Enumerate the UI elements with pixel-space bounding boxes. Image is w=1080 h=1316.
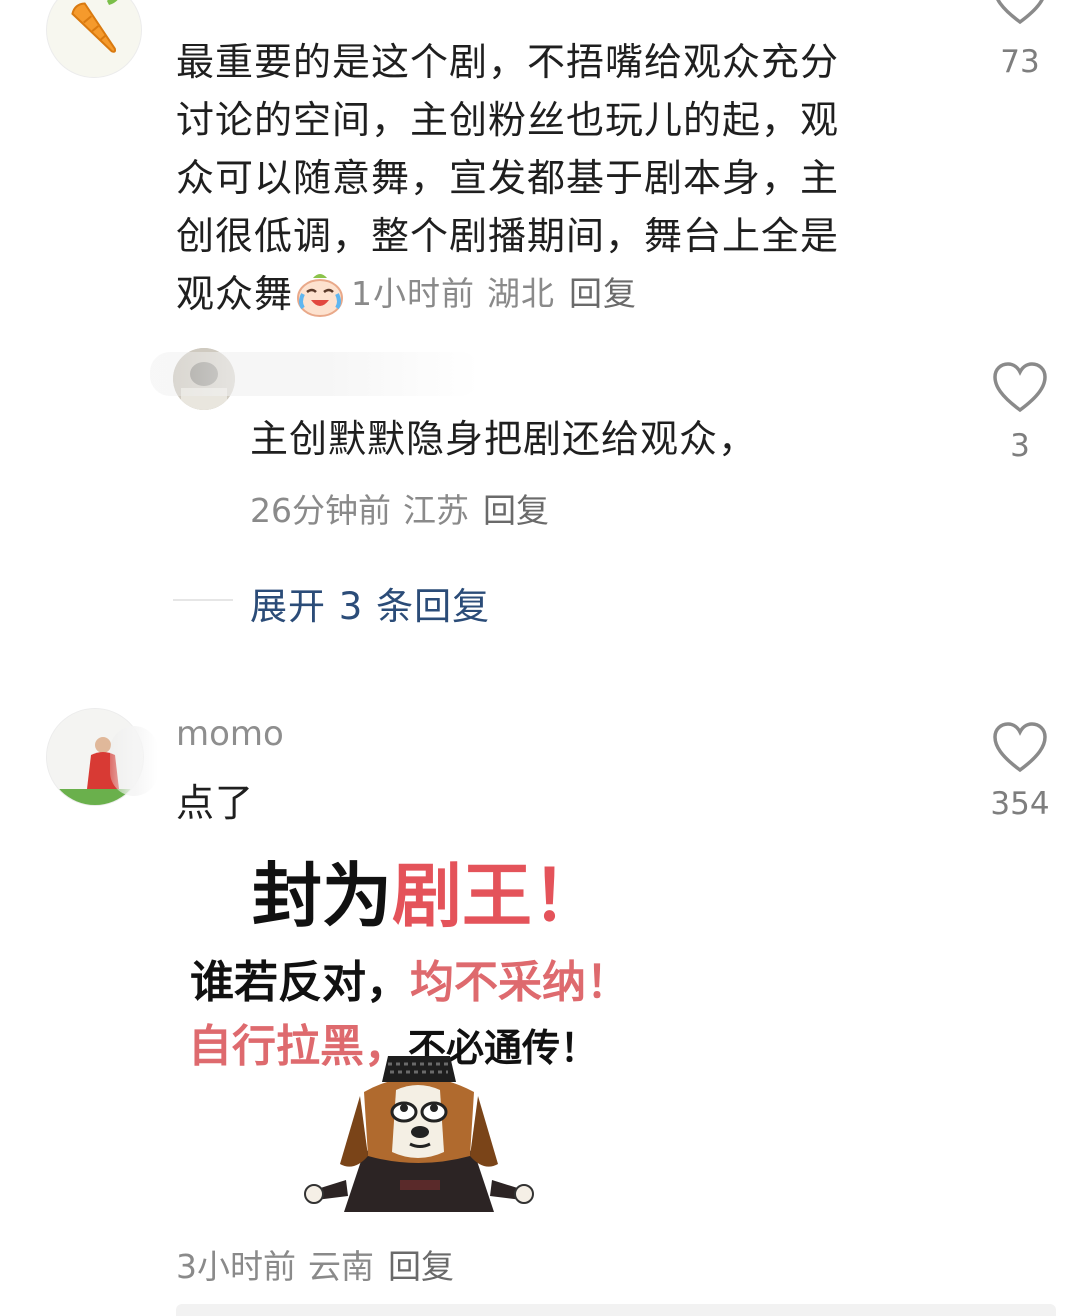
comment-line: 众可以随意舞，宣发都基于剧本身，主 bbox=[176, 156, 840, 200]
comment-location: 湖北 bbox=[487, 274, 556, 313]
comment-line: 最重要的是这个剧，不捂嘴给观众充分 bbox=[176, 40, 840, 84]
like-count: 73 bbox=[1000, 44, 1040, 80]
reply-meta: 26分钟前 江苏 回复 bbox=[250, 484, 549, 532]
reply-button[interactable]: 回复 bbox=[569, 274, 637, 313]
meme-text: 谁若反对， bbox=[190, 957, 410, 1008]
comment-line: 讨论的空间，主创粉丝也玩儿的起，观 bbox=[176, 98, 840, 142]
heart-icon[interactable] bbox=[991, 362, 1049, 414]
comment-time: 3小时前 bbox=[176, 1247, 296, 1286]
username-cut bbox=[176, 0, 736, 8]
comment-text: 点了 bbox=[176, 781, 255, 825]
reply-button[interactable]: 回复 bbox=[388, 1247, 454, 1286]
reply-time: 26分钟前 bbox=[250, 491, 391, 530]
heart-icon[interactable] bbox=[991, 0, 1049, 26]
meme-line-2: 谁若反对，均不采纳！ bbox=[190, 946, 630, 1010]
like-count: 3 bbox=[1010, 428, 1030, 464]
meme-text: 均不采纳！ bbox=[410, 957, 630, 1008]
laugh-cry-emoji-icon bbox=[297, 274, 344, 317]
comment-time: 1小时前 bbox=[351, 274, 476, 313]
expand-divider bbox=[173, 599, 233, 601]
meme-image[interactable]: 封为剧王！ 谁若反对，均不采纳！ 自行拉黑，不必通传！ bbox=[176, 826, 696, 1216]
meme-text: 剧王！ bbox=[392, 854, 602, 937]
comment-line: 创很低调，整个剧播期间，舞台上全是 bbox=[176, 214, 840, 258]
dog-meme-illustration bbox=[304, 1056, 534, 1212]
comment-line-last: 观众舞 1小时前 湖北 回复 bbox=[176, 265, 956, 323]
comment-text: 最重要的是这个剧，不捂嘴给观众充分 讨论的空间，主创粉丝也玩儿的起，观 众可以随… bbox=[176, 33, 956, 323]
reply-button[interactable]: 回复 bbox=[483, 491, 549, 530]
avatar-blur bbox=[110, 726, 158, 796]
comment-line: 观众舞 bbox=[176, 272, 294, 316]
next-comment-edge bbox=[176, 1304, 1056, 1316]
reply-text: 主创默默隐身把剧还给观众， bbox=[250, 417, 758, 461]
comment-location: 云南 bbox=[308, 1247, 374, 1286]
avatar[interactable] bbox=[46, 0, 142, 78]
carrot-avatar-icon bbox=[71, 0, 118, 53]
username[interactable]: momo bbox=[176, 714, 284, 754]
reply-username-blurred bbox=[150, 352, 480, 396]
meme-line-1: 封为剧王！ bbox=[252, 840, 602, 941]
comment-meta: 1小时前 湖北 回复 bbox=[351, 265, 637, 323]
comment-meta: 3小时前 云南 回复 bbox=[176, 1240, 454, 1288]
reply-location: 江苏 bbox=[403, 491, 469, 530]
meme-text: 封为 bbox=[252, 854, 392, 937]
like-count: 354 bbox=[990, 786, 1050, 822]
heart-icon[interactable] bbox=[991, 722, 1049, 774]
expand-replies-button[interactable]: 展开 3 条回复 bbox=[250, 576, 490, 630]
